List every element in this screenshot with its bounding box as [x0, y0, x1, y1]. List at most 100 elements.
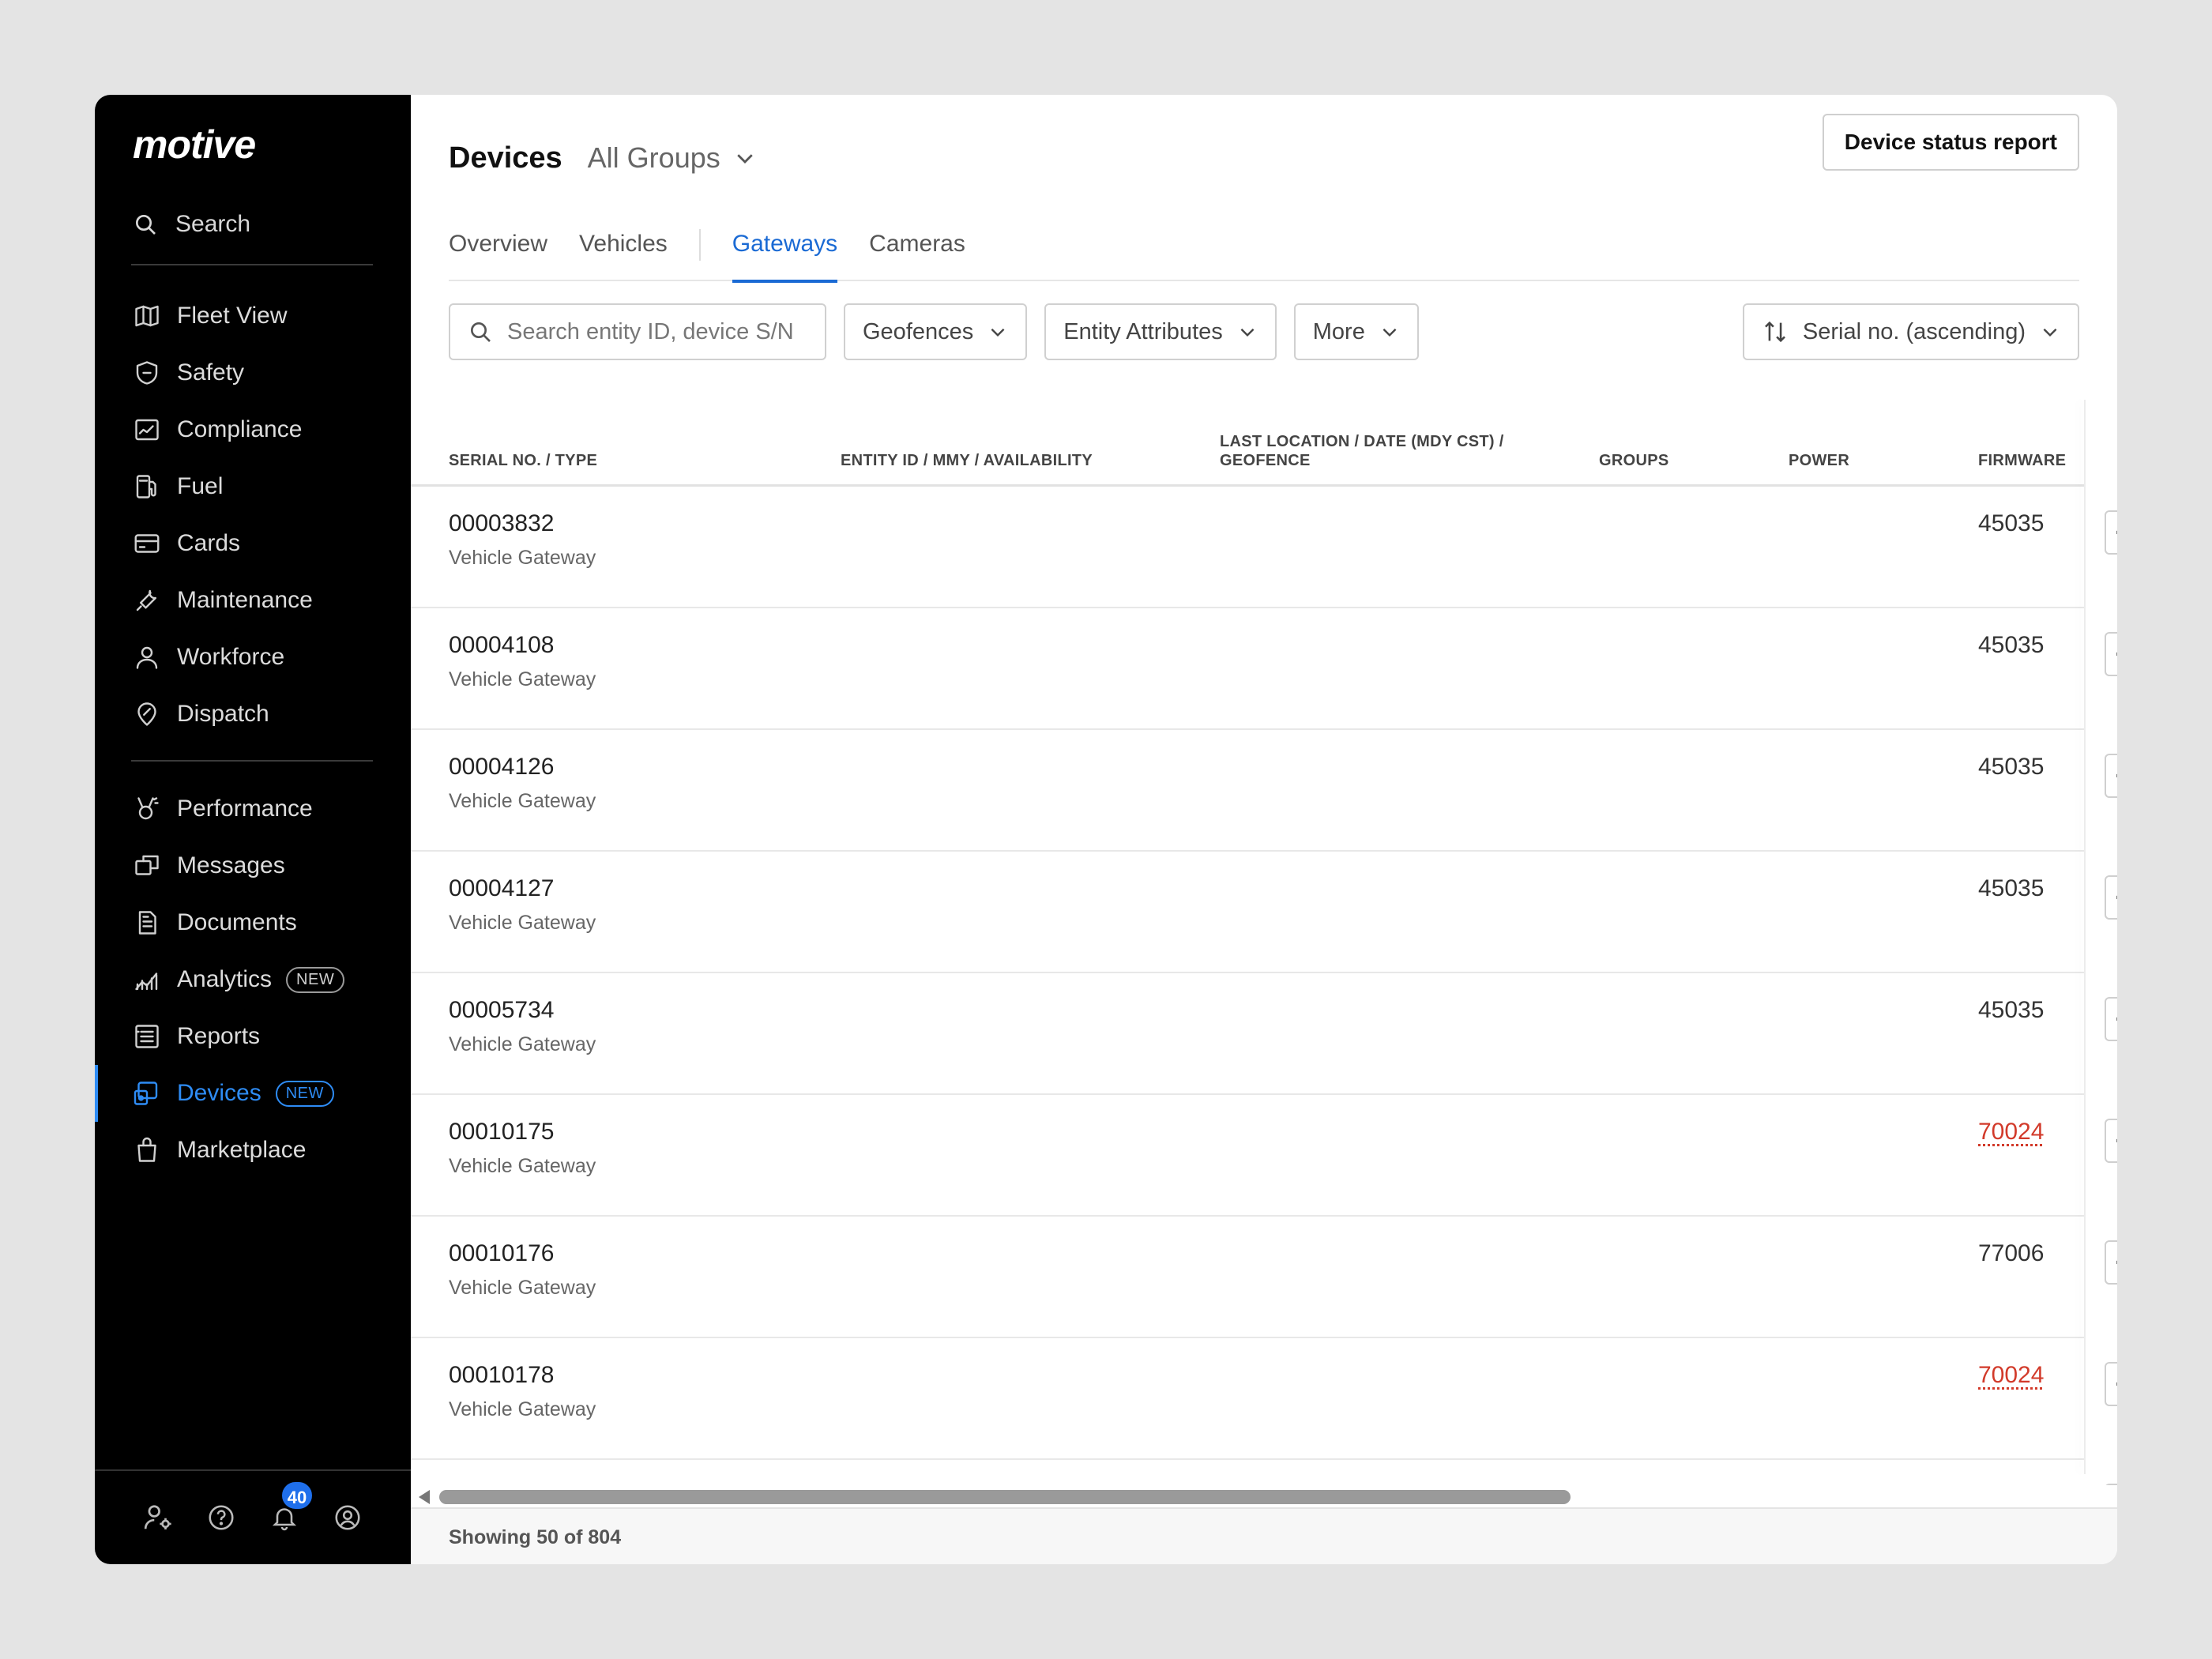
firmware-version: 45035	[1978, 632, 2045, 658]
serial-number[interactable]: 00004127	[449, 875, 554, 902]
notifications-button[interactable]: 40	[267, 1480, 314, 1535]
group-selector-value: All Groups	[587, 141, 720, 174]
tab-vehicles[interactable]: Vehicles	[579, 210, 668, 281]
sidebar-item-fleet-view[interactable]: Fleet View	[95, 288, 411, 344]
person-icon	[136, 646, 158, 669]
device-type: Vehicle Gateway	[449, 547, 596, 569]
sidebar-item-label: Workforce	[177, 644, 285, 670]
more-filters[interactable]: More	[1293, 303, 1419, 360]
sidebar-item-dispatch[interactable]: Dispatch	[95, 686, 411, 743]
device-status-report-button[interactable]: Device status report	[1822, 114, 2079, 171]
tab-separator	[698, 229, 701, 261]
sidebar-item-label: Messages	[177, 852, 285, 878]
table-row[interactable]: 00010178 Vehicle Gateway 70024	[411, 1338, 2086, 1460]
help-button[interactable]	[204, 1500, 239, 1535]
scroll-left-arrow[interactable]	[419, 1490, 430, 1504]
device-type: Vehicle Gateway	[449, 668, 596, 690]
tab-overview[interactable]: Overview	[449, 210, 547, 281]
row-actions-button[interactable]: ···	[2105, 510, 2117, 555]
sidebar-item-compliance[interactable]: Compliance	[95, 401, 411, 458]
sidebar-item-reports[interactable]: Reports	[95, 1008, 411, 1065]
chevron-down-icon	[2043, 328, 2057, 337]
firmware-version[interactable]: 70024	[1978, 1362, 2044, 1389]
sidebar-item-messages[interactable]: Messages	[95, 837, 411, 894]
serial-number[interactable]: 00004108	[449, 632, 554, 659]
table-footer: Showing 50 of 804	[411, 1507, 2117, 1564]
entity-attributes-filter-label: Entity Attributes	[1063, 318, 1223, 344]
row-actions-button[interactable]: ···	[2105, 1119, 2117, 1163]
entity-search-input[interactable]: Search entity ID, device S/N	[449, 303, 826, 360]
sidebar-item-maintenance[interactable]: Maintenance	[95, 572, 411, 629]
table-row[interactable]: 00004127 Vehicle Gateway 45035	[411, 852, 2086, 973]
notification-count-badge: 40	[280, 1480, 314, 1511]
profile-button[interactable]	[330, 1500, 365, 1535]
table-row[interactable]: 00010176 Vehicle Gateway 77006	[411, 1217, 2086, 1338]
motive-logo[interactable]: motive	[133, 122, 256, 167]
table-row[interactable]: 00004108 Vehicle Gateway 45035	[411, 608, 2086, 730]
table-row[interactable]: 00010175 Vehicle Gateway 70024	[411, 1095, 2086, 1217]
serial-number[interactable]: 00003832	[449, 510, 554, 537]
sidebar-search[interactable]: Search	[133, 202, 250, 246]
sidebar-item-performance[interactable]: Performance	[95, 781, 411, 837]
sidebar-item-devices[interactable]: Devices NEW	[95, 1065, 411, 1122]
sidebar-item-fuel[interactable]: Fuel	[95, 458, 411, 515]
document-icon	[138, 911, 156, 935]
table-header: SERIAL NO. / TYPE ENTITY ID / MMY / AVAI…	[411, 400, 2086, 487]
sidebar-item-workforce[interactable]: Workforce	[95, 629, 411, 686]
serial-number[interactable]: 00010175	[449, 1119, 554, 1146]
serial-number[interactable]: 00004126	[449, 754, 554, 781]
table-row[interactable]: 00004126 Vehicle Gateway 45035	[411, 730, 2086, 852]
sidebar-item-marketplace[interactable]: Marketplace	[95, 1122, 411, 1179]
row-actions-button[interactable]: ···	[2105, 875, 2117, 920]
admin-settings-button[interactable]	[141, 1500, 175, 1535]
column-header-serial[interactable]: SERIAL NO. / TYPE	[449, 451, 597, 470]
group-selector[interactable]: All Groups	[588, 141, 757, 175]
sidebar: motive Search Fleet View Safety Compliance…	[95, 95, 411, 1564]
user-settings-icon	[144, 1505, 171, 1530]
sidebar-item-safety[interactable]: Safety	[95, 344, 411, 401]
entity-search-placeholder: Search entity ID, device S/N	[507, 318, 794, 344]
firmware-version: 45035	[1978, 754, 2045, 780]
row-actions-button[interactable]: ···	[2105, 1240, 2117, 1285]
row-actions-button[interactable]: ···	[2105, 1362, 2117, 1406]
serial-number[interactable]: 00010176	[449, 1240, 554, 1267]
geofences-filter[interactable]: Geofences	[844, 303, 1028, 360]
table-row[interactable]: 00003832 Vehicle Gateway 45035	[411, 487, 2086, 608]
tab-gateways[interactable]: Gateways	[732, 210, 838, 283]
table-row[interactable]: 00005734 Vehicle Gateway 45035	[411, 973, 2086, 1095]
results-count: Showing 50 of 804	[449, 1526, 622, 1548]
sidebar-footer: 40	[95, 1469, 411, 1564]
device-type: Vehicle Gateway	[449, 790, 596, 812]
entity-attributes-filter[interactable]: Entity Attributes	[1044, 303, 1277, 360]
sidebar-item-label: Fleet View	[177, 303, 288, 329]
firmware-version[interactable]: 70024	[1978, 1119, 2044, 1146]
sidebar-item-label: Reports	[177, 1023, 261, 1049]
sidebar-item-label: Performance	[177, 796, 313, 822]
page-header: Devices All Groups	[449, 126, 757, 190]
sidebar-item-cards[interactable]: Cards	[95, 515, 411, 572]
sidebar-item-documents[interactable]: Documents	[95, 894, 411, 951]
column-header-power: POWER	[1789, 452, 1850, 469]
geofences-filter-label: Geofences	[863, 318, 974, 344]
sort-select[interactable]: Serial no. (ascending)	[1742, 303, 2079, 360]
sidebar-item-label: Cards	[177, 530, 241, 556]
sidebar-divider	[131, 760, 373, 762]
serial-number[interactable]: 00010178	[449, 1362, 554, 1389]
devices-icon	[134, 1082, 158, 1105]
row-actions-button[interactable]: ···	[2105, 754, 2117, 798]
row-actions-button[interactable]: ···	[2105, 632, 2117, 676]
sidebar-item-label: Safety	[177, 359, 245, 386]
tab-cameras[interactable]: Cameras	[869, 210, 965, 281]
sidebar-item-label: Marketplace	[177, 1137, 307, 1163]
sidebar-item-analytics[interactable]: Analytics NEW	[95, 951, 411, 1008]
sidebar-item-label: Analytics	[177, 966, 273, 992]
device-type: Vehicle Gateway	[449, 1155, 596, 1177]
map-icon	[135, 305, 159, 327]
sidebar-item-label: Documents	[177, 909, 297, 935]
serial-number[interactable]: 00005734	[449, 997, 554, 1024]
horizontal-scroll-thumb[interactable]	[439, 1490, 1571, 1504]
device-type: Vehicle Gateway	[449, 912, 596, 934]
bag-icon	[137, 1137, 156, 1162]
page-title: Devices	[449, 141, 562, 175]
row-actions-button[interactable]: ···	[2105, 997, 2117, 1041]
